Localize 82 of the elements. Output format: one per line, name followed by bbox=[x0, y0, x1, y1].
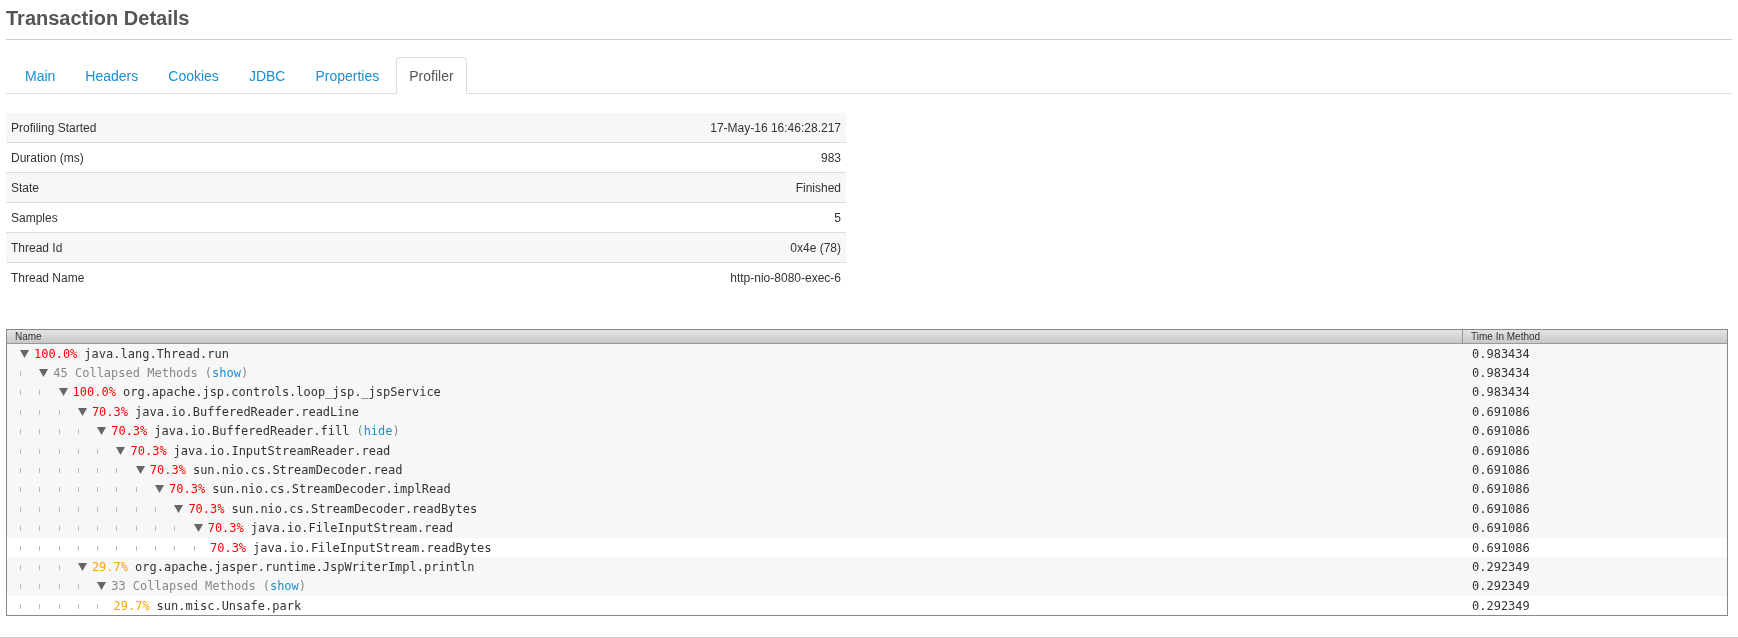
time-value: 0.691086 bbox=[1472, 443, 1530, 458]
percentage: 29.7% bbox=[91, 560, 128, 574]
time-value: 0.292349 bbox=[1472, 560, 1530, 574]
property-label: Samples bbox=[11, 210, 58, 225]
time-value: 0.691086 bbox=[1472, 404, 1530, 419]
property-value: 0x4e (78) bbox=[790, 240, 841, 255]
tab[interactable]: Profiler bbox=[396, 57, 467, 94]
method-name: sun.nio.cs.StreamDecoder.implRead bbox=[212, 482, 451, 497]
percentage: 70.3% bbox=[207, 521, 244, 536]
collapsed-methods-label: 33 Collapsed Methods bbox=[111, 579, 256, 594]
collapse-triangle-icon[interactable] bbox=[77, 563, 87, 571]
parenthesis: ( bbox=[204, 366, 213, 381]
time-value: 0.691086 bbox=[1472, 424, 1530, 439]
parenthesis: ) bbox=[240, 366, 249, 381]
method-name: org.apache.jsp.controls.loop_jsp._jspService bbox=[122, 385, 441, 400]
percentage: 70.3% bbox=[111, 424, 148, 439]
method-name: java.io.InputStreamReader.read bbox=[173, 443, 391, 458]
time-value: 0.691086 bbox=[1472, 521, 1530, 536]
time-value: 0.983434 bbox=[1472, 385, 1530, 400]
method-name: java.io.FileInputStream.read bbox=[250, 521, 454, 536]
tab[interactable]: JDBC bbox=[235, 57, 299, 94]
toggle-link[interactable]: show bbox=[269, 579, 299, 594]
tab[interactable]: Properties bbox=[302, 57, 393, 94]
property-value: 983 bbox=[820, 150, 841, 165]
parenthesis: ( bbox=[356, 424, 364, 439]
percentage: 100.0% bbox=[34, 346, 78, 361]
time-value: 0.292349 bbox=[1472, 598, 1530, 613]
time-value: 0.983434 bbox=[1472, 366, 1530, 381]
percentage: 70.3% bbox=[130, 443, 167, 458]
time-value: 0.691086 bbox=[1472, 501, 1530, 516]
property-label: Thread Id bbox=[11, 240, 63, 255]
property-label: Profiling Started bbox=[11, 120, 97, 135]
method-name: sun.nio.cs.StreamDecoder.readBytes bbox=[231, 501, 478, 516]
tab[interactable]: Main bbox=[12, 57, 69, 94]
toggle-link[interactable]: hide bbox=[363, 424, 393, 439]
collapse-triangle-icon[interactable] bbox=[97, 582, 107, 591]
property-value: Finished bbox=[795, 180, 841, 195]
method-name: sun.misc.Unsafe.park bbox=[156, 598, 302, 613]
toggle-link[interactable]: show bbox=[212, 366, 241, 381]
parenthesis: ( bbox=[262, 579, 270, 594]
collapse-triangle-icon[interactable] bbox=[155, 485, 165, 494]
property-label: Duration (ms) bbox=[11, 150, 84, 165]
collapse-triangle-icon[interactable] bbox=[116, 446, 126, 455]
time-value: 0.691086 bbox=[1472, 463, 1530, 478]
collapse-triangle-icon[interactable] bbox=[193, 524, 203, 533]
tab[interactable]: Cookies bbox=[155, 57, 232, 94]
column-header[interactable]: Name bbox=[7, 330, 1462, 343]
collapse-triangle-icon[interactable] bbox=[39, 369, 49, 378]
collapsed-methods-label: 45 Collapsed Methods bbox=[53, 366, 198, 381]
percentage: 70.3% bbox=[209, 540, 247, 555]
column-header[interactable]: Time In Method bbox=[1462, 330, 1727, 343]
percentage: 100.0% bbox=[72, 385, 116, 400]
percentage: 70.3% bbox=[149, 463, 186, 478]
property-label: Thread Name bbox=[11, 270, 85, 285]
time-value: 0.292349 bbox=[1472, 579, 1530, 594]
time-value: 0.691086 bbox=[1472, 482, 1530, 497]
method-name: org.apache.jasper.runtime.JspWriterImpl.println bbox=[135, 560, 475, 574]
collapse-triangle-icon[interactable] bbox=[174, 504, 184, 513]
parenthesis: ) bbox=[298, 579, 307, 594]
method-name: java.lang.Thread.run bbox=[84, 346, 229, 361]
parenthesis: ) bbox=[392, 424, 400, 439]
property-value: 5 bbox=[834, 210, 841, 225]
time-value: 0.691086 bbox=[1472, 540, 1530, 555]
percentage: 29.7% bbox=[113, 598, 150, 613]
tab[interactable]: Headers bbox=[72, 57, 152, 94]
percentage: 70.3% bbox=[169, 482, 206, 497]
time-value: 0.983434 bbox=[1472, 346, 1530, 361]
method-name: java.io.FileInputStream.readBytes bbox=[253, 540, 492, 555]
percentage: 70.3% bbox=[91, 404, 128, 419]
collapse-triangle-icon[interactable] bbox=[135, 466, 145, 475]
method-name: java.io.BufferedReader.readLine bbox=[135, 404, 359, 419]
method-name: sun.nio.cs.StreamDecoder.read bbox=[192, 463, 403, 478]
property-value: http-nio-8080-exec-6 bbox=[730, 270, 841, 285]
collapse-triangle-icon[interactable] bbox=[58, 388, 68, 397]
property-value: 17-May-16 16:46:28.217 bbox=[710, 120, 841, 135]
collapse-triangle-icon[interactable] bbox=[77, 407, 87, 416]
method-name: java.io.BufferedReader.fill bbox=[154, 424, 350, 439]
page-title: Transaction Details bbox=[6, 7, 190, 30]
property-label: State bbox=[11, 180, 40, 195]
percentage: 70.3% bbox=[188, 501, 225, 516]
collapse-triangle-icon[interactable] bbox=[20, 349, 29, 358]
collapse-triangle-icon[interactable] bbox=[97, 427, 107, 436]
